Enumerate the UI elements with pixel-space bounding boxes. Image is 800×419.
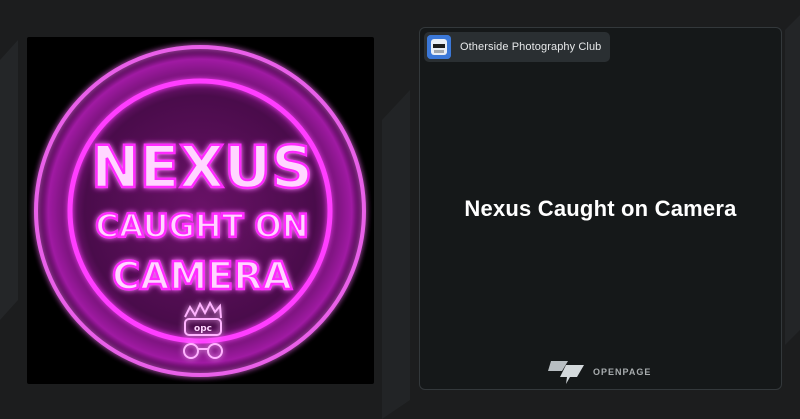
openpage-logo-icon bbox=[548, 361, 584, 384]
art-line-1: NEXUS bbox=[91, 133, 313, 201]
club-name: Otherside Photography Club bbox=[460, 41, 602, 53]
brand-label: OPENPAGE bbox=[593, 367, 652, 377]
opc-badge-text: opc bbox=[194, 324, 212, 334]
post-title: Nexus Caught on Camera bbox=[464, 196, 737, 221]
openpage-brand[interactable]: OPENPAGE bbox=[548, 359, 651, 385]
art-line-2: CAUGHT ON bbox=[95, 207, 308, 245]
art-line-3: CAMERA bbox=[112, 254, 292, 298]
club-avatar-icon bbox=[427, 35, 451, 59]
club-chip[interactable]: Otherside Photography Club bbox=[424, 32, 611, 62]
post-card: Otherside Photography Club Nexus Caught … bbox=[419, 27, 782, 390]
post-artwork: NEXUS CAUGHT ON CAMERA opc bbox=[27, 37, 374, 384]
